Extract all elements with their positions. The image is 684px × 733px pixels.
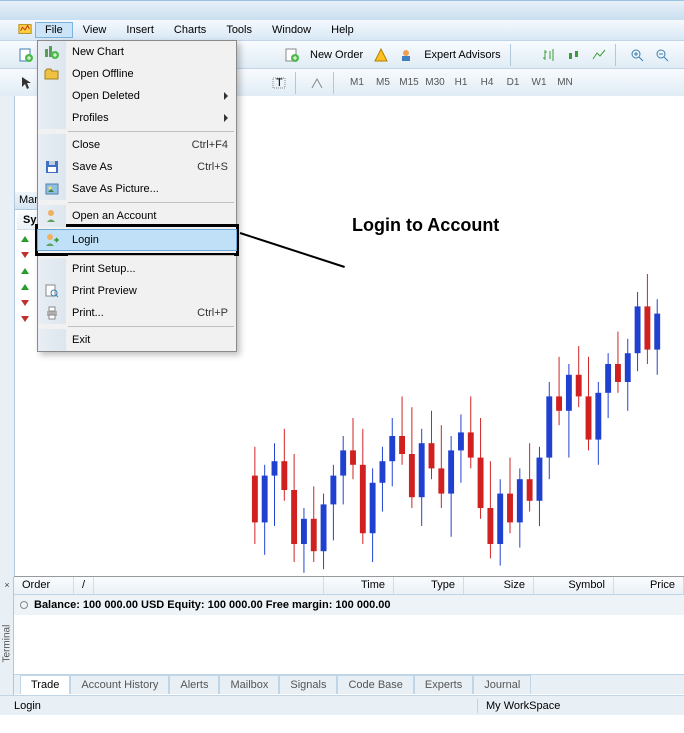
col-slash[interactable]: /: [74, 577, 94, 594]
menu-print-setup[interactable]: Print Setup...: [38, 258, 236, 280]
terminal-tab-mailbox[interactable]: Mailbox: [219, 675, 279, 694]
picture-icon: [44, 181, 60, 197]
line-chart-icon[interactable]: [588, 44, 610, 66]
objects-icon[interactable]: [306, 72, 328, 94]
folder-open-icon: [44, 66, 60, 82]
col-price[interactable]: Price: [614, 577, 684, 594]
menu-close[interactable]: CloseCtrl+F4: [38, 134, 236, 156]
text-icon[interactable]: T: [268, 72, 290, 94]
annotation-label: Login to Account: [352, 215, 499, 236]
file-menu-dropdown: New Chart Open Offline Open Deleted Prof…: [37, 40, 237, 352]
arrow-up-icon: [21, 268, 29, 274]
period-D1[interactable]: D1: [500, 77, 526, 88]
col-type[interactable]: Type: [394, 577, 464, 594]
terminal-tab-trade[interactable]: Trade: [20, 675, 70, 694]
terminal-header: Order / Time Type Size Symbol Price: [14, 577, 684, 595]
arrow-up-icon: [21, 284, 29, 290]
period-M5[interactable]: M5: [370, 77, 396, 88]
menu-window[interactable]: Window: [262, 22, 321, 38]
arrow-up-icon: [21, 236, 29, 242]
menu-view[interactable]: View: [73, 22, 117, 38]
menu-exit[interactable]: Exit: [38, 329, 236, 351]
balance-row: Balance: 100 000.00 USD Equity: 100 000.…: [14, 595, 684, 615]
col-size[interactable]: Size: [464, 577, 534, 594]
arrow-down-icon: [21, 252, 29, 258]
zoom-out-icon[interactable]: [651, 44, 673, 66]
cursor-icon[interactable]: [15, 72, 37, 94]
app-icon: [18, 22, 32, 36]
new-order-button[interactable]: New Order: [306, 49, 367, 61]
menu-print[interactable]: Print...Ctrl+P: [38, 302, 236, 324]
terminal-side-label: Terminal: [2, 613, 13, 663]
menu-open-offline[interactable]: Open Offline: [38, 63, 236, 85]
candlestick-chart: [248, 256, 668, 616]
bar-chart-icon[interactable]: [538, 44, 560, 66]
submenu-arrow-icon: [224, 114, 228, 122]
period-W1[interactable]: W1: [526, 77, 552, 88]
status-workspace: My WorkSpace: [478, 700, 678, 712]
terminal-tab-journal[interactable]: Journal: [473, 675, 531, 694]
terminal-sidebar: × Terminal: [0, 577, 14, 695]
period-MN[interactable]: MN: [552, 77, 578, 88]
preview-icon: [44, 283, 60, 299]
terminal-panel: × Terminal Order / Time Type Size Symbol…: [14, 576, 684, 694]
close-icon[interactable]: ×: [2, 580, 12, 590]
terminal-tabs: TradeAccount HistoryAlertsMailboxSignals…: [14, 674, 684, 694]
col-symbol[interactable]: Symbol: [534, 577, 614, 594]
terminal-tab-experts[interactable]: Experts: [414, 675, 473, 694]
period-H1[interactable]: H1: [448, 77, 474, 88]
menu-open-deleted[interactable]: Open Deleted: [38, 85, 236, 107]
col-order[interactable]: Order: [14, 577, 74, 594]
arrow-down-icon: [21, 300, 29, 306]
terminal-tab-code-base[interactable]: Code Base: [337, 675, 413, 694]
statusbar: Login My WorkSpace: [0, 695, 684, 715]
menu-insert[interactable]: Insert: [116, 22, 164, 38]
status-dot-icon: [20, 601, 28, 609]
terminal-tab-signals[interactable]: Signals: [279, 675, 337, 694]
terminal-tab-account-history[interactable]: Account History: [70, 675, 169, 694]
expert-icon[interactable]: [395, 44, 417, 66]
arrow-down-icon: [21, 316, 29, 322]
menu-print-preview[interactable]: Print Preview: [38, 280, 236, 302]
printer-icon: [44, 305, 60, 321]
menu-save-as[interactable]: Save AsCtrl+S: [38, 156, 236, 178]
zoom-in-icon[interactable]: [626, 44, 648, 66]
login-icon: [44, 232, 60, 248]
expert-advisors-button[interactable]: Expert Advisors: [420, 49, 504, 61]
market-watch-panel: [0, 96, 15, 601]
menubar: File View Insert Charts Tools Window Hel…: [0, 20, 684, 40]
save-icon: [44, 159, 60, 175]
balance-text: Balance: 100 000.00 USD Equity: 100 000.…: [34, 599, 390, 611]
period-M15[interactable]: M15: [396, 77, 422, 88]
period-M1[interactable]: M1: [344, 77, 370, 88]
terminal-tab-alerts[interactable]: Alerts: [169, 675, 219, 694]
warning-icon[interactable]: [370, 44, 392, 66]
new-order-icon[interactable]: [281, 44, 303, 66]
menu-new-chart[interactable]: New Chart: [38, 41, 236, 63]
svg-text:T: T: [276, 77, 283, 89]
period-M30[interactable]: M30: [422, 77, 448, 88]
menu-file[interactable]: File: [35, 22, 73, 38]
menu-profiles[interactable]: Profiles: [38, 107, 236, 129]
menu-charts[interactable]: Charts: [164, 22, 216, 38]
user-icon: [44, 208, 60, 224]
new-chart-icon[interactable]: [15, 44, 37, 66]
chart-plus-icon: [44, 44, 60, 60]
col-time[interactable]: Time: [324, 577, 394, 594]
menu-open-account[interactable]: Open an Account: [38, 205, 236, 227]
submenu-arrow-icon: [224, 92, 228, 100]
candle-chart-icon[interactable]: [563, 44, 585, 66]
menu-save-picture[interactable]: Save As Picture...: [38, 178, 236, 200]
menu-help[interactable]: Help: [321, 22, 364, 38]
menu-login[interactable]: Login: [37, 229, 237, 251]
menu-tools[interactable]: Tools: [216, 22, 262, 38]
status-left: Login: [6, 700, 49, 712]
period-H4[interactable]: H4: [474, 77, 500, 88]
titlebar: [0, 0, 684, 20]
